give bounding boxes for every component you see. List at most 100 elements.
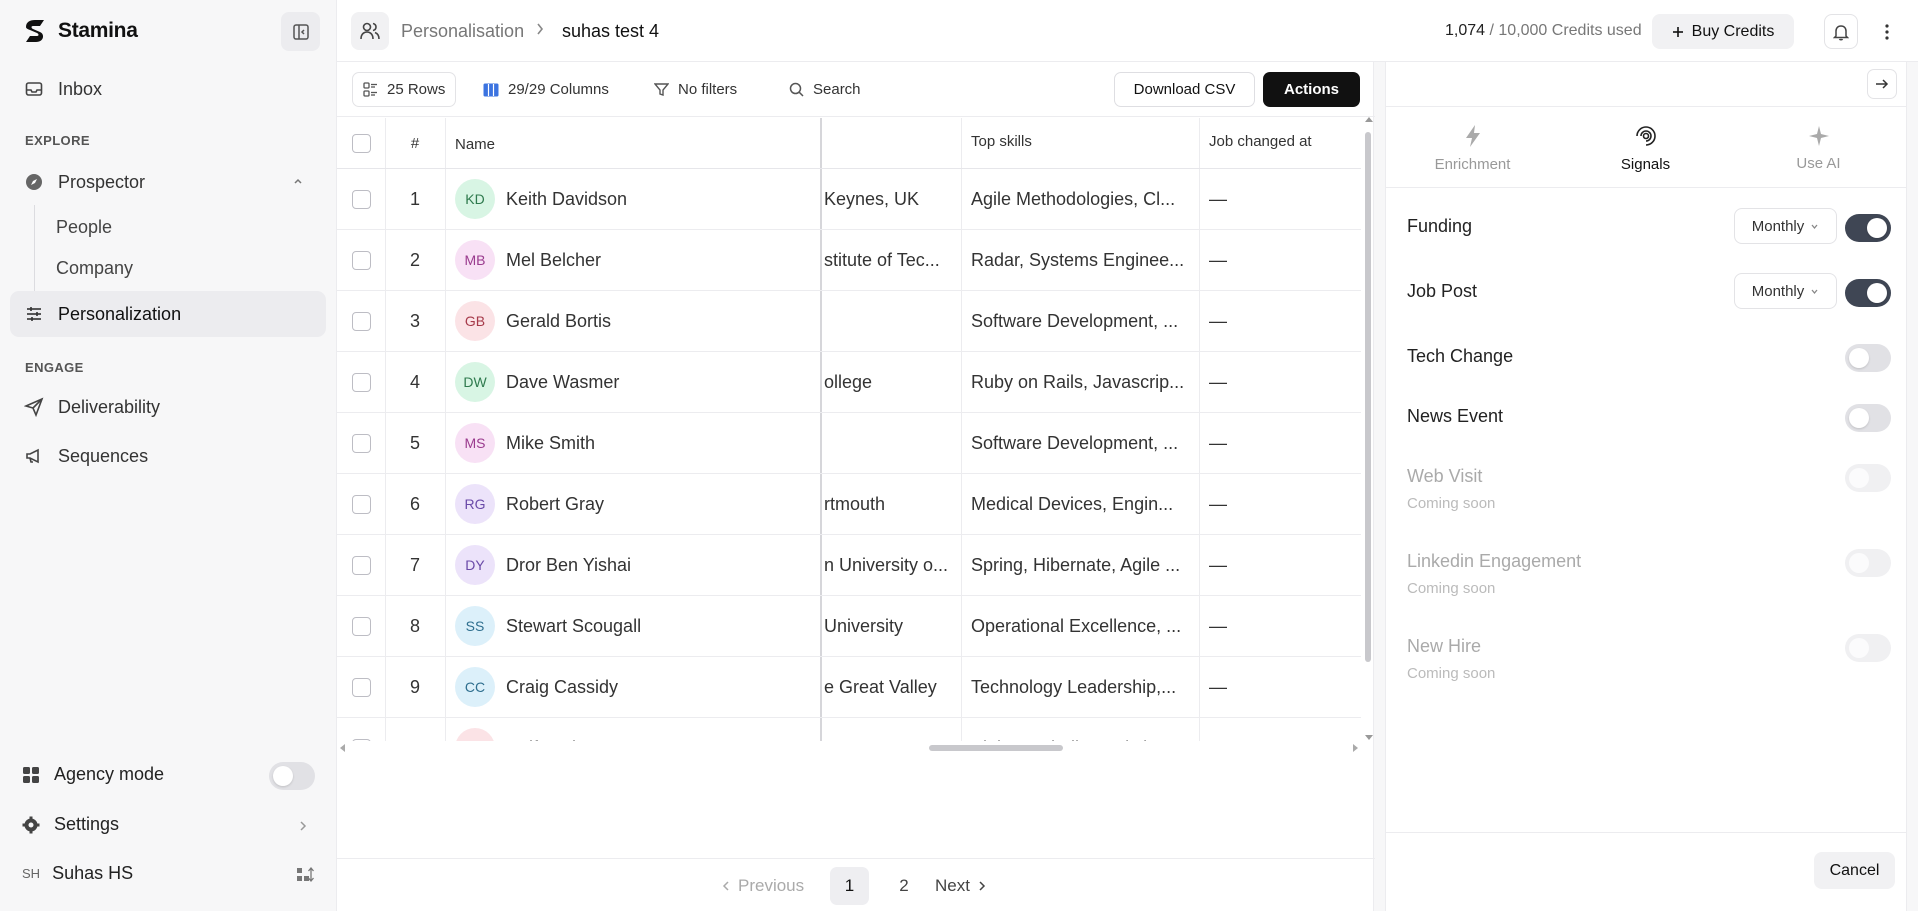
name-cell[interactable]: MS Mike Smith	[455, 413, 817, 473]
header-name[interactable]: Name	[455, 118, 785, 168]
scroll-down-arrow[interactable]	[1365, 735, 1373, 740]
name-cell[interactable]: KD Keith Davidson	[455, 169, 817, 229]
header-job-changed-at[interactable]: Job changed at	[1209, 118, 1359, 168]
more-options-button[interactable]	[1873, 14, 1901, 49]
row-checkbox[interactable]	[351, 616, 371, 636]
top-skills-cell[interactable]: Operational Excellence, ...	[971, 596, 1195, 656]
tab-signals[interactable]: Signals	[1559, 108, 1732, 188]
job-changed-cell[interactable]: —	[1209, 352, 1359, 412]
notifications-button[interactable]	[1824, 14, 1858, 49]
actions-button[interactable]: Actions	[1263, 72, 1360, 107]
close-panel-button[interactable]	[1867, 69, 1897, 99]
vertical-scrollbar[interactable]	[1364, 117, 1373, 747]
cancel-button[interactable]: Cancel	[1814, 852, 1895, 889]
table-row[interactable]: 9 CC Craig Cassidy e Great Valley Technology…	[337, 657, 1361, 718]
row-checkbox[interactable]	[351, 433, 371, 453]
signal-toggle[interactable]	[1845, 404, 1891, 432]
job-changed-cell[interactable]: —	[1209, 230, 1359, 290]
tab-enrichment[interactable]: Enrichment	[1386, 108, 1559, 188]
education-cell[interactable]	[824, 718, 957, 741]
select-all-checkbox[interactable]	[351, 133, 371, 153]
row-checkbox[interactable]	[351, 677, 371, 697]
education-cell[interactable]: University	[824, 596, 957, 656]
job-changed-cell[interactable]: —	[1209, 474, 1359, 534]
horizontal-scroll-thumb[interactable]	[929, 745, 1063, 751]
name-cell[interactable]: SS Stewart Scougall	[455, 596, 817, 656]
breadcrumb-parent[interactable]: Personalisation	[401, 21, 524, 42]
sidebar-item-people[interactable]: People	[56, 217, 112, 238]
table-row[interactable]: 10 RJ Ralf Junker Elektrotechnik, Analytis.…	[337, 718, 1361, 741]
table-row[interactable]: 3 GB Gerald Bortis Software Development, ..…	[337, 291, 1361, 352]
job-changed-cell[interactable]: —	[1209, 596, 1359, 656]
top-skills-cell[interactable]: Spring, Hibernate, Agile ...	[971, 535, 1195, 595]
buy-credits-button[interactable]: Buy Credits	[1652, 14, 1794, 49]
top-skills-cell[interactable]: Software Development, ...	[971, 413, 1195, 473]
signal-toggle[interactable]	[1845, 344, 1891, 372]
sidebar-item-prospector[interactable]: Prospector	[10, 159, 326, 205]
name-cell[interactable]: GB Gerald Bortis	[455, 291, 817, 351]
signal-toggle[interactable]	[1845, 214, 1891, 242]
download-csv-button[interactable]: Download CSV	[1114, 72, 1255, 107]
job-changed-cell[interactable]: —	[1209, 535, 1359, 595]
education-cell[interactable]: e Great Valley	[824, 657, 957, 717]
top-skills-cell[interactable]: Agile Methodologies, Cl...	[971, 169, 1195, 229]
job-changed-cell[interactable]: —	[1209, 169, 1359, 229]
header-top-skills[interactable]: Top skills	[971, 118, 1171, 168]
job-changed-cell[interactable]: —	[1209, 657, 1359, 717]
people-section-button[interactable]	[351, 12, 389, 50]
filters-button[interactable]: No filters	[644, 72, 747, 107]
brand[interactable]: Stamina	[22, 18, 138, 44]
columns-button[interactable]: 29/29 Columns	[473, 72, 619, 107]
sidebar-item-company[interactable]: Company	[56, 258, 133, 279]
education-cell[interactable]	[824, 413, 957, 473]
row-checkbox[interactable]	[351, 250, 371, 270]
table-row[interactable]: 7 DY Dror Ben Yishai n University o... Sprin…	[337, 535, 1361, 596]
frequency-select[interactable]: Monthly	[1734, 208, 1837, 244]
table-row[interactable]: 4 DW Dave Wasmer ollege Ruby on Rails, Javas…	[337, 352, 1361, 413]
name-cell[interactable]: CC Craig Cassidy	[455, 657, 817, 717]
horizontal-scrollbar[interactable]	[337, 742, 1361, 754]
row-checkbox[interactable]	[351, 555, 371, 575]
previous-page-button[interactable]: Previous	[722, 867, 804, 905]
row-checkbox[interactable]	[351, 494, 371, 514]
top-skills-cell[interactable]: Radar, Systems Enginee...	[971, 230, 1195, 290]
user-profile[interactable]: SH Suhas HS	[22, 863, 133, 884]
sidebar-item-personalization[interactable]: Personalization	[10, 291, 326, 337]
scroll-up-arrow[interactable]	[1365, 117, 1373, 122]
collapse-sidebar-button[interactable]	[281, 12, 320, 51]
top-skills-cell[interactable]: Software Development, ...	[971, 291, 1195, 351]
name-cell[interactable]: RJ Ralf Junker	[455, 718, 817, 741]
scroll-left-arrow[interactable]	[340, 744, 345, 752]
top-skills-cell[interactable]: Elektrotechnik, Analytis...	[971, 718, 1195, 742]
name-cell[interactable]: RG Robert Gray	[455, 474, 817, 534]
education-cell[interactable]: stitute of Tec...	[824, 230, 957, 290]
row-checkbox[interactable]	[351, 738, 371, 741]
row-checkbox[interactable]	[351, 189, 371, 209]
sidebar-item-inbox[interactable]: Inbox	[10, 66, 326, 112]
vertical-scroll-thumb[interactable]	[1365, 132, 1371, 662]
agency-mode-toggle[interactable]	[269, 762, 315, 790]
table-row[interactable]: 8 SS Stewart Scougall University Operational…	[337, 596, 1361, 657]
table-row[interactable]: 5 MS Mike Smith Software Development, ... —	[337, 413, 1361, 474]
job-changed-cell[interactable]: —	[1209, 291, 1359, 351]
education-cell[interactable]: rtmouth	[824, 474, 957, 534]
scroll-right-arrow[interactable]	[1353, 744, 1358, 752]
tab-use-ai[interactable]: Use AI	[1732, 108, 1905, 188]
top-skills-cell[interactable]: Technology Leadership,...	[971, 657, 1195, 717]
top-skills-cell[interactable]: Ruby on Rails, Javascrip...	[971, 352, 1195, 412]
frequency-select[interactable]: Monthly	[1734, 273, 1837, 309]
name-cell[interactable]: DW Dave Wasmer	[455, 352, 817, 412]
row-checkbox[interactable]	[351, 311, 371, 331]
next-page-button[interactable]: Next	[935, 867, 986, 905]
chevron-up-icon[interactable]	[292, 175, 304, 187]
top-skills-cell[interactable]: Medical Devices, Engin...	[971, 474, 1195, 534]
table-row[interactable]: 1 KD Keith Davidson Keynes, UK Agile Methodo…	[337, 169, 1361, 230]
education-cell[interactable]: ollege	[824, 352, 957, 412]
job-changed-cell[interactable]: —	[1209, 413, 1359, 473]
education-cell[interactable]: Keynes, UK	[824, 169, 957, 229]
education-cell[interactable]: n University o...	[824, 535, 957, 595]
switch-workspace-icon[interactable]	[296, 866, 314, 884]
name-cell[interactable]: DY Dror Ben Yishai	[455, 535, 817, 595]
job-changed-cell[interactable]: —	[1209, 718, 1359, 742]
page-2-button[interactable]: 2	[889, 867, 919, 905]
